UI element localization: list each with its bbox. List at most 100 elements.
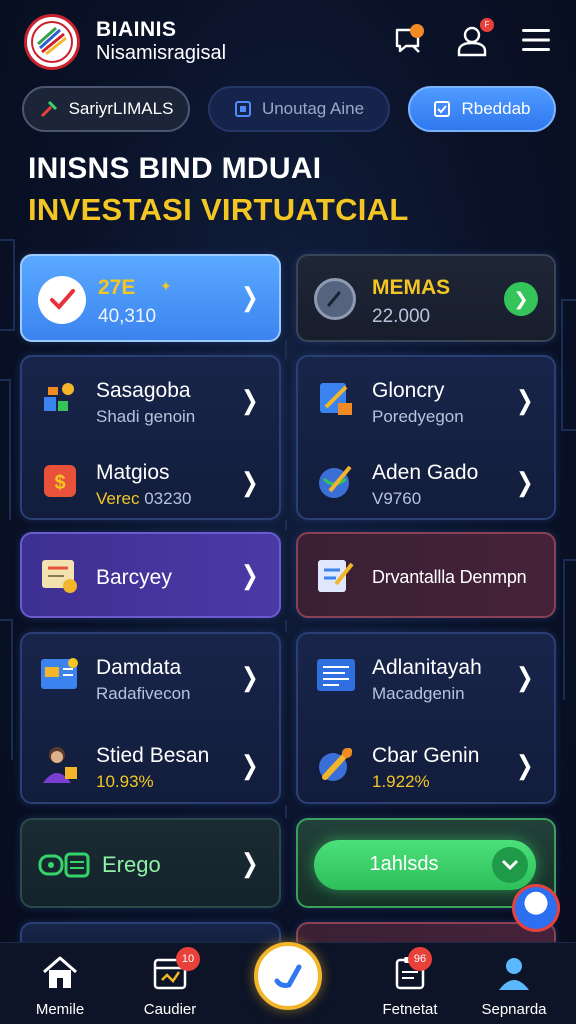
card-title: Erego: [102, 852, 161, 877]
menu-item[interactable]: $ Matgios Verec 03230 ❯: [22, 443, 279, 517]
subtitle-highlight: Verec: [96, 489, 140, 508]
chevron-down-icon: [492, 847, 528, 883]
filter-pill-3-active[interactable]: Rbeddab: [408, 86, 556, 132]
tools-icon: [40, 100, 57, 118]
gold-card-top-right[interactable]: MEMAS 22.000 ❯: [296, 254, 556, 342]
chevron-right-icon: ❯: [241, 560, 259, 590]
menu-item-subtitle: 1.922%: [372, 772, 430, 791]
profile-badge: F: [480, 18, 494, 32]
menu-item-title: Cbar Genin: [372, 744, 480, 767]
globe-icon: [314, 459, 358, 503]
menu-item-title: Stied Besan: [96, 744, 210, 767]
menu-item-subtitle: Verec 03230: [96, 489, 192, 509]
menu-card-single-left[interactable]: Barcyey ❯: [20, 532, 281, 618]
action-button-label: 1ahlsds: [369, 853, 439, 875]
checkmark-icon: [38, 276, 86, 324]
menu-item-title: Adlanitayah: [372, 656, 482, 679]
menu-item-subtitle: 10.93%: [96, 772, 154, 791]
tools-icon: [38, 377, 82, 421]
nav-label: Memile: [35, 1001, 85, 1018]
menu-item[interactable]: Aden Gado V9760 ❯: [298, 443, 554, 517]
filter-pill-2[interactable]: Unoutag Aine: [208, 86, 390, 132]
report-icon: [314, 554, 358, 603]
notification-dot: [410, 24, 424, 38]
home-icon: [10, 951, 110, 995]
chevron-right-icon: ❯: [516, 662, 534, 692]
nav-label: Caudier: [143, 1001, 197, 1018]
menu-item[interactable]: Adlanitayah Macadgenin ❯: [298, 638, 554, 712]
user-icon: [464, 951, 564, 995]
card-title: MEMAS: [372, 276, 451, 299]
clipboard-icon: 96: [360, 947, 460, 995]
menu-item-title: Gloncry: [372, 379, 445, 402]
chevron-right-icon: ❯: [516, 750, 534, 780]
document-icon: [314, 377, 358, 421]
center-action-button[interactable]: [254, 942, 322, 1010]
chevron-right-icon: ❯: [516, 385, 534, 415]
chevron-right-icon: ❯: [241, 385, 259, 415]
gauge-icon: [314, 278, 356, 320]
subtitle-value: 03230: [144, 489, 192, 508]
nav-calendar[interactable]: 10 Caudier: [120, 947, 220, 1018]
chevron-right-icon: ❯: [241, 750, 259, 780]
section-title: INISNS BIND MDUAI: [28, 152, 322, 185]
menu-item[interactable]: Gloncry Poredyegon ❯: [298, 361, 554, 435]
menu-item[interactable]: Damdata Radafivecon ❯: [22, 638, 279, 712]
brand-name: BIAINIS: [96, 18, 177, 41]
chevron-right-icon: ❯: [241, 282, 259, 312]
wallet-card[interactable]: Erego ❯: [20, 818, 281, 908]
logo-emblem-icon: [31, 21, 73, 63]
wallet-icon: [38, 850, 94, 885]
menu-item-title: Matgios: [96, 461, 170, 484]
filter-pill-1[interactable]: SariyrLIMALS: [22, 86, 190, 132]
menu-card-group-2-right: Adlanitayah Macadgenin ❯ Cbar Genin 1.92…: [296, 632, 556, 804]
pill-label: SariyrLIMALS: [68, 99, 174, 118]
card-value: 40,310: [98, 306, 157, 327]
person-icon: [38, 742, 82, 786]
box-icon: [234, 101, 251, 117]
checkbox-icon: [434, 101, 451, 117]
center-action-icon: [274, 964, 302, 988]
primary-action-button[interactable]: 1ahlsds: [314, 840, 536, 890]
pill-label: Unoutag Aine: [261, 99, 365, 118]
nav-label: Fetnetat: [382, 1001, 438, 1018]
notifications-button[interactable]: [390, 22, 426, 58]
calendar-icon: 10: [120, 947, 220, 995]
menu-item[interactable]: Sasagoba Shadi genoin ❯: [22, 361, 279, 435]
menu-item-title: Barcyey: [96, 566, 172, 589]
menu-item-subtitle: Poredyegon: [372, 407, 464, 426]
menu-card-group-1-left: Sasagoba Shadi genoin ❯ $ Matgios Verec …: [20, 355, 281, 520]
menu-card-group-2-left: Damdata Radafivecon ❯ Stied Besan 10.93%…: [20, 632, 281, 804]
floating-chat-button[interactable]: [512, 884, 560, 932]
hamburger-menu-icon: [522, 29, 550, 51]
wrench-globe-icon: [314, 742, 358, 786]
card-value: 22.000: [372, 306, 431, 327]
brand-subtitle: Nisamisragisal: [96, 42, 227, 64]
nav-clipboard[interactable]: 96 Fetnetat: [360, 947, 460, 1018]
menu-item[interactable]: Cbar Genin 1.922% ❯: [298, 726, 554, 800]
chart-window-icon: [38, 654, 82, 698]
go-arrow-icon[interactable]: ❯: [504, 282, 538, 316]
app-header: BIAINIS Nisamisragisal F: [0, 0, 576, 84]
nav-home[interactable]: Memile: [10, 951, 110, 1018]
menu-item-title: Damdata: [96, 656, 182, 679]
balance-card-top-left[interactable]: 27E ✦ 40,310 ❯: [20, 254, 281, 342]
menu-item-subtitle: Shadi genoin: [96, 407, 196, 426]
profile-button[interactable]: F: [454, 18, 494, 58]
menu-item[interactable]: Stied Besan 10.93% ❯: [22, 726, 279, 800]
nav-badge: 10: [176, 947, 200, 971]
menu-item-subtitle: Macadgenin: [372, 684, 465, 703]
menu-button[interactable]: [518, 22, 554, 58]
menu-item-title: Aden Gado: [372, 461, 479, 484]
app-logo[interactable]: [24, 14, 80, 70]
section-title-highlight: INVESTASI VIRTUATCIAL: [28, 192, 409, 227]
nav-label: Sepnarda: [481, 1001, 547, 1018]
menu-item-title: Sasagoba: [96, 379, 191, 402]
coin-icon: $: [38, 459, 82, 503]
nav-profile[interactable]: Sepnarda: [464, 951, 564, 1018]
card-title: 27E: [98, 276, 136, 299]
menu-item-subtitle: V9760: [372, 489, 422, 508]
dashboard-icon: [314, 654, 358, 698]
svg-text:$: $: [54, 472, 65, 494]
menu-card-single-right[interactable]: Drvantallla Denmpn: [296, 532, 556, 618]
